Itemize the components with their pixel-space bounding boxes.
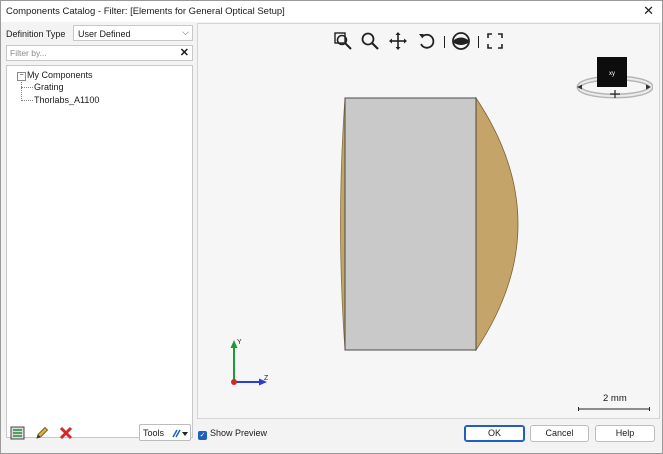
checkbox-checked-icon[interactable]: ✓ (198, 431, 207, 440)
definition-type-label: Definition Type (6, 29, 66, 39)
left-panel: Definition Type User Defined ⌵ ✕ −My Com… (4, 24, 194, 438)
scale-bar (578, 407, 650, 411)
cancel-button[interactable]: Cancel (530, 425, 589, 442)
definition-type-select[interactable]: User Defined ⌵ (73, 25, 193, 41)
help-button[interactable]: Help (595, 425, 655, 442)
tools-label: Tools (143, 428, 165, 438)
chevron-down-icon: ⌵ (182, 27, 189, 37)
dialog-footer: Tools ✓ Show Preview OK Cancel Help (1, 420, 662, 453)
ok-button[interactable]: OK (464, 425, 525, 442)
title-bar: Components Catalog - Filter: [Elements f… (1, 1, 662, 22)
lens-preview (328, 94, 528, 354)
window-title: Components Catalog - Filter: [Elements f… (6, 6, 285, 17)
definition-type-value: User Defined (78, 29, 131, 39)
tools-icon (171, 427, 189, 441)
lens-left-surface (340, 97, 346, 351)
view-cube[interactable]: xy (575, 54, 654, 104)
edit-icon[interactable] (33, 424, 51, 442)
preview-viewport[interactable]: xy Y Z 2 mm (197, 23, 660, 419)
toolbar-separator (444, 36, 445, 48)
zoom-icon[interactable] (359, 30, 381, 52)
components-catalog-dialog: Components Catalog - Filter: [Elements f… (0, 0, 663, 454)
delete-icon[interactable] (57, 424, 75, 442)
tools-button[interactable]: Tools (139, 424, 191, 441)
lens-body (344, 97, 477, 351)
filter-field[interactable]: ✕ (6, 45, 193, 61)
pan-icon[interactable] (387, 30, 409, 52)
tree-root-my-components[interactable]: − My Components (17, 70, 93, 81)
view-mode-icon[interactable] (450, 30, 472, 52)
tree-connector (21, 100, 33, 101)
clear-filter-icon[interactable]: ✕ (180, 46, 189, 59)
component-tree[interactable]: − My Components Grating Thorlabs_A1100 (6, 65, 193, 438)
toolbar-separator (478, 36, 479, 48)
axis-triad: Y Z (220, 336, 280, 390)
show-preview-checkbox[interactable]: ✓ Show Preview (198, 428, 267, 440)
z-axis-label: Z (264, 375, 269, 382)
view-cube-face-label: xy (609, 71, 615, 77)
filter-input[interactable] (10, 47, 175, 59)
tree-item-grating[interactable]: Grating (34, 82, 64, 92)
fullscreen-icon[interactable] (484, 30, 506, 52)
tree-connector (21, 80, 22, 101)
view-toolbar (332, 30, 532, 52)
tree-item-thorlabs-a1100[interactable]: Thorlabs_A1100 (34, 95, 99, 105)
tree-root-label: My Components (27, 70, 93, 80)
show-preview-label: Show Preview (210, 428, 268, 438)
y-axis-label: Y (237, 339, 242, 346)
close-icon[interactable]: ✕ (643, 3, 654, 19)
scale-label: 2 mm (603, 393, 627, 404)
catalog-icon[interactable] (9, 424, 27, 442)
rotate-icon[interactable] (416, 30, 438, 52)
lens-curved-surface (475, 96, 519, 352)
zoom-extents-icon[interactable] (332, 30, 354, 52)
tree-connector (21, 87, 33, 88)
